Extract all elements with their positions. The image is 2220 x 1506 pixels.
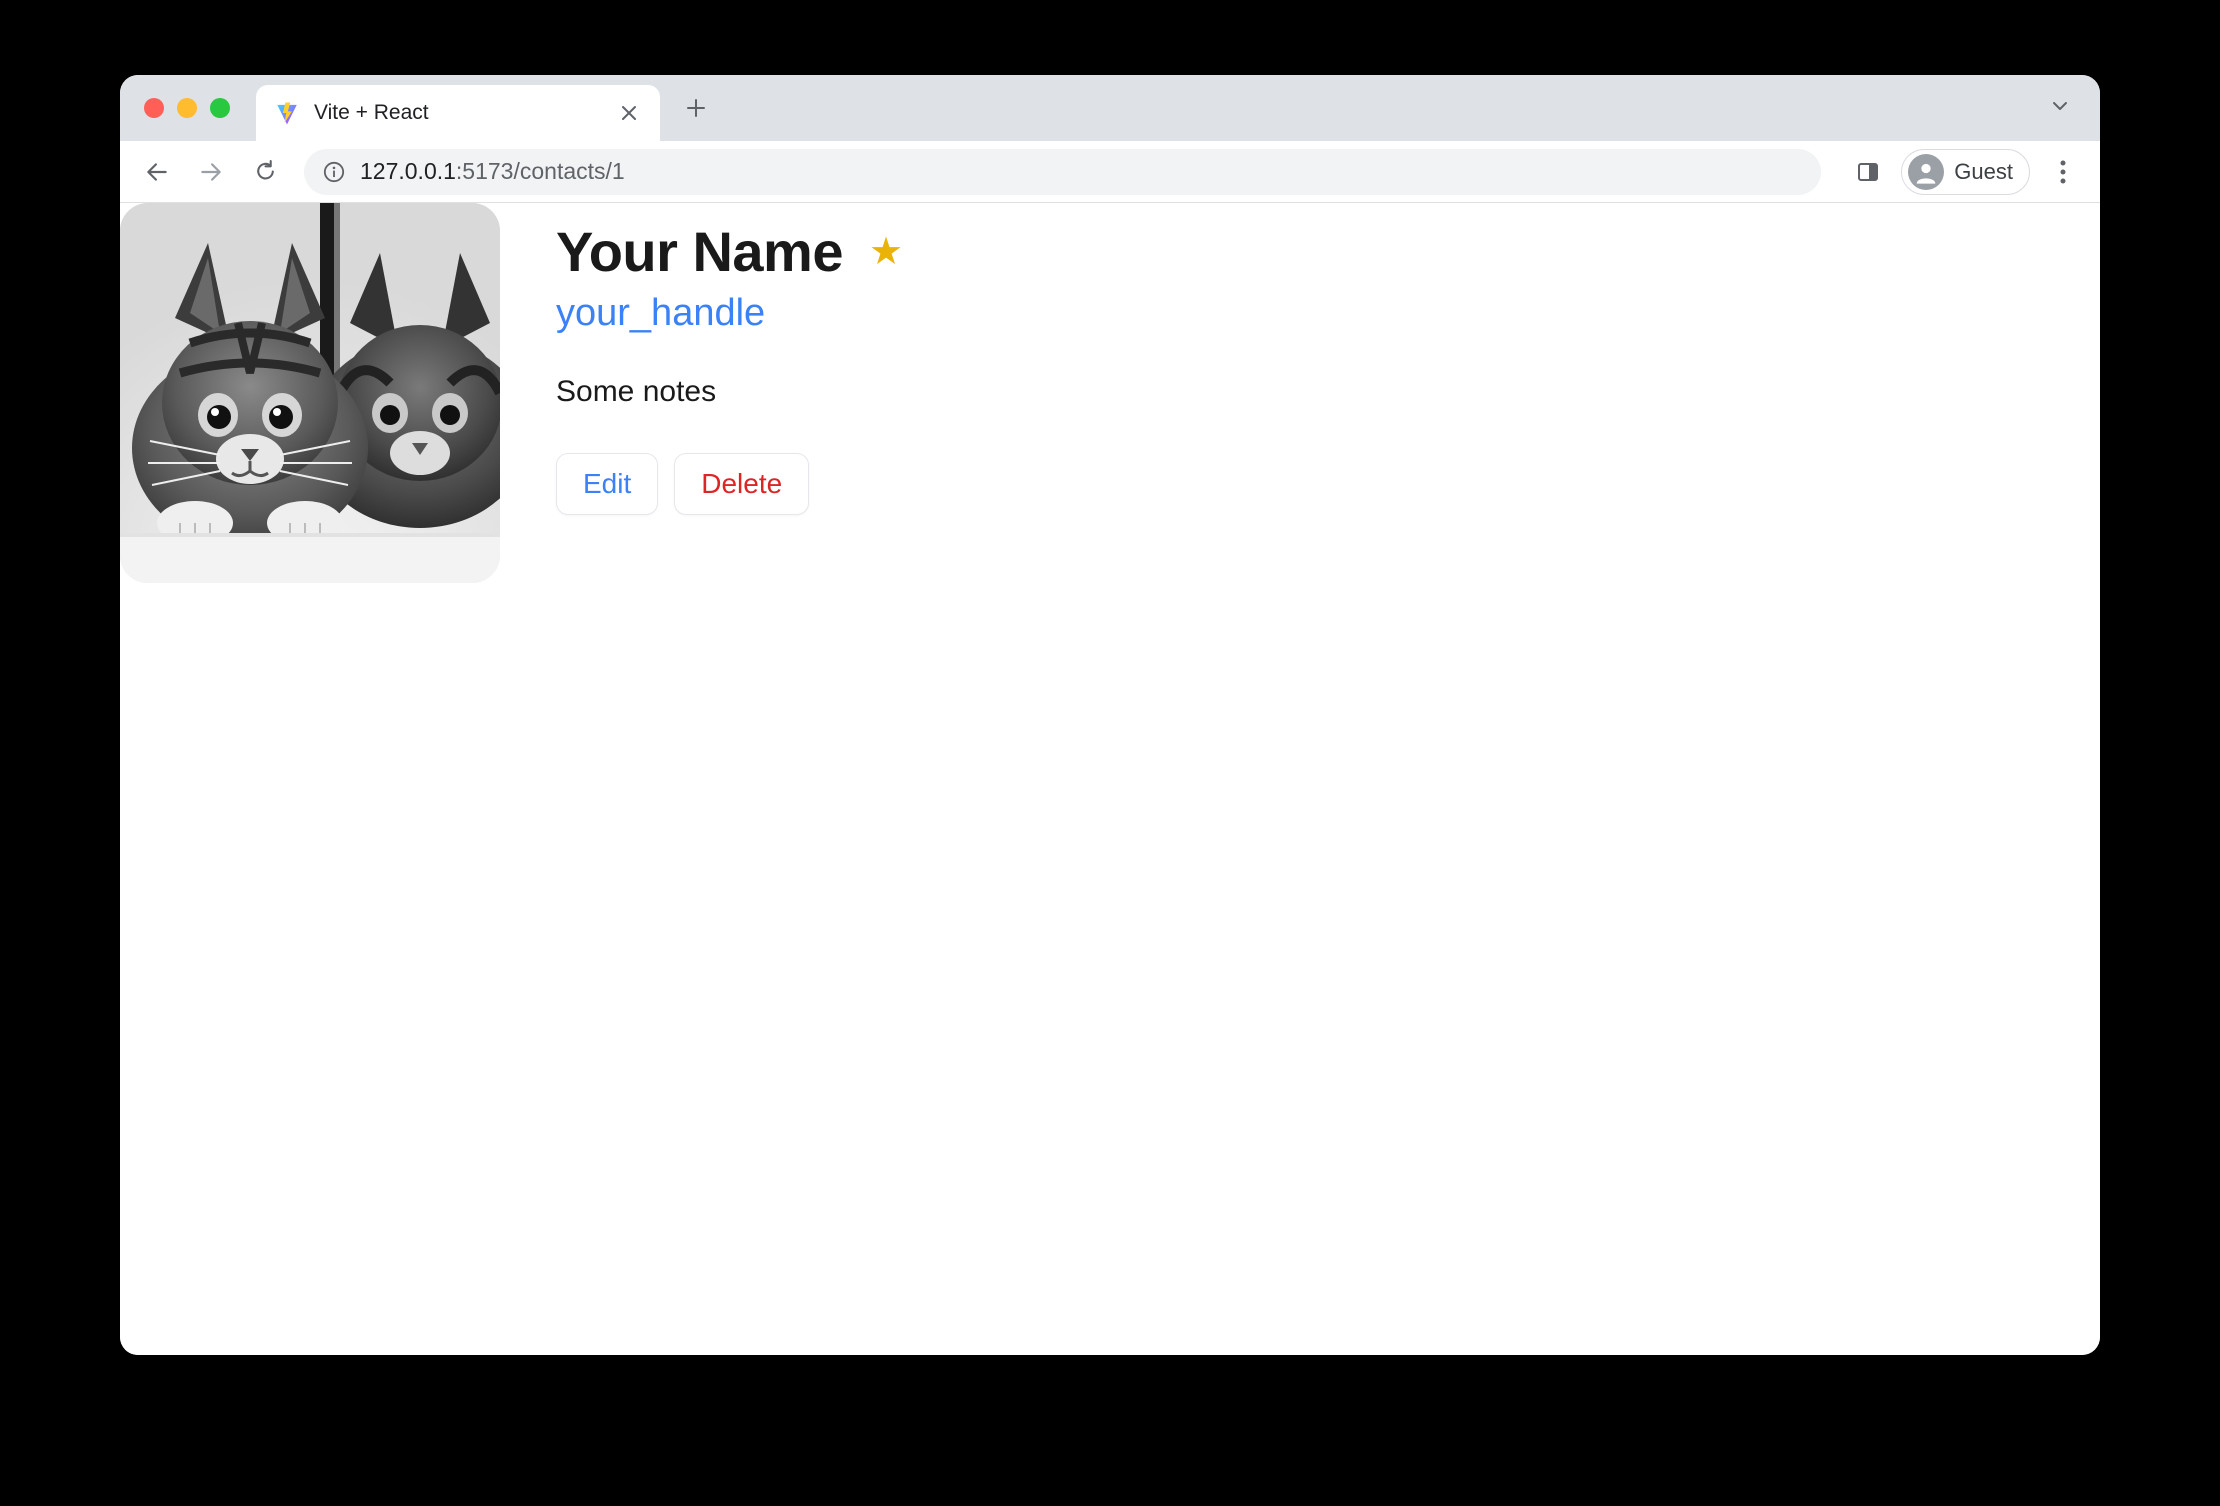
browser-menu-button[interactable] — [2040, 149, 2086, 195]
contact-notes: Some notes — [556, 375, 903, 409]
page-content: Your Name ★ your_handle Some notes Edit … — [120, 203, 2100, 1355]
window-minimize-button[interactable] — [177, 98, 197, 118]
address-bar[interactable]: 127.0.0.1:5173/contacts/1 — [304, 149, 1821, 195]
window-controls — [144, 98, 230, 118]
vite-favicon — [274, 100, 300, 126]
profile-avatar-icon — [1908, 154, 1944, 190]
new-tab-button[interactable] — [674, 86, 718, 130]
contact-actions: Edit Delete — [556, 453, 903, 515]
tab-close-button[interactable] — [616, 100, 642, 126]
forward-button[interactable] — [188, 149, 234, 195]
window-close-button[interactable] — [144, 98, 164, 118]
contact-name: Your Name — [556, 219, 843, 284]
contact-details: Your Name ★ your_handle Some notes Edit … — [556, 203, 903, 1355]
tabs-dropdown-button[interactable] — [2050, 96, 2070, 121]
edit-button[interactable]: Edit — [556, 453, 658, 515]
back-button[interactable] — [134, 149, 180, 195]
url-path: :5173/contacts/1 — [456, 158, 625, 184]
window-maximize-button[interactable] — [210, 98, 230, 118]
contact-avatar — [120, 203, 500, 583]
browser-window: Vite + React 127.0.0.1:5173/contac — [120, 75, 2100, 1355]
tab-title: Vite + React — [314, 101, 602, 125]
tab-bar: Vite + React — [120, 75, 2100, 141]
browser-tab[interactable]: Vite + React — [256, 85, 660, 141]
panel-toggle-icon[interactable] — [1845, 149, 1891, 195]
favorite-star-icon[interactable]: ★ — [869, 233, 903, 271]
reload-button[interactable] — [242, 149, 288, 195]
name-row: Your Name ★ — [556, 219, 903, 284]
profile-label: Guest — [1954, 159, 2013, 185]
browser-toolbar: 127.0.0.1:5173/contacts/1 Guest — [120, 141, 2100, 203]
delete-button[interactable]: Delete — [674, 453, 809, 515]
toolbar-right: Guest — [1845, 149, 2086, 195]
contact-card: Your Name ★ your_handle Some notes Edit … — [120, 203, 903, 1355]
url-text: 127.0.0.1:5173/contacts/1 — [360, 158, 625, 185]
url-host: 127.0.0.1 — [360, 158, 456, 184]
profile-button[interactable]: Guest — [1901, 149, 2030, 195]
contact-handle[interactable]: your_handle — [556, 292, 903, 335]
site-info-icon[interactable] — [322, 160, 346, 184]
